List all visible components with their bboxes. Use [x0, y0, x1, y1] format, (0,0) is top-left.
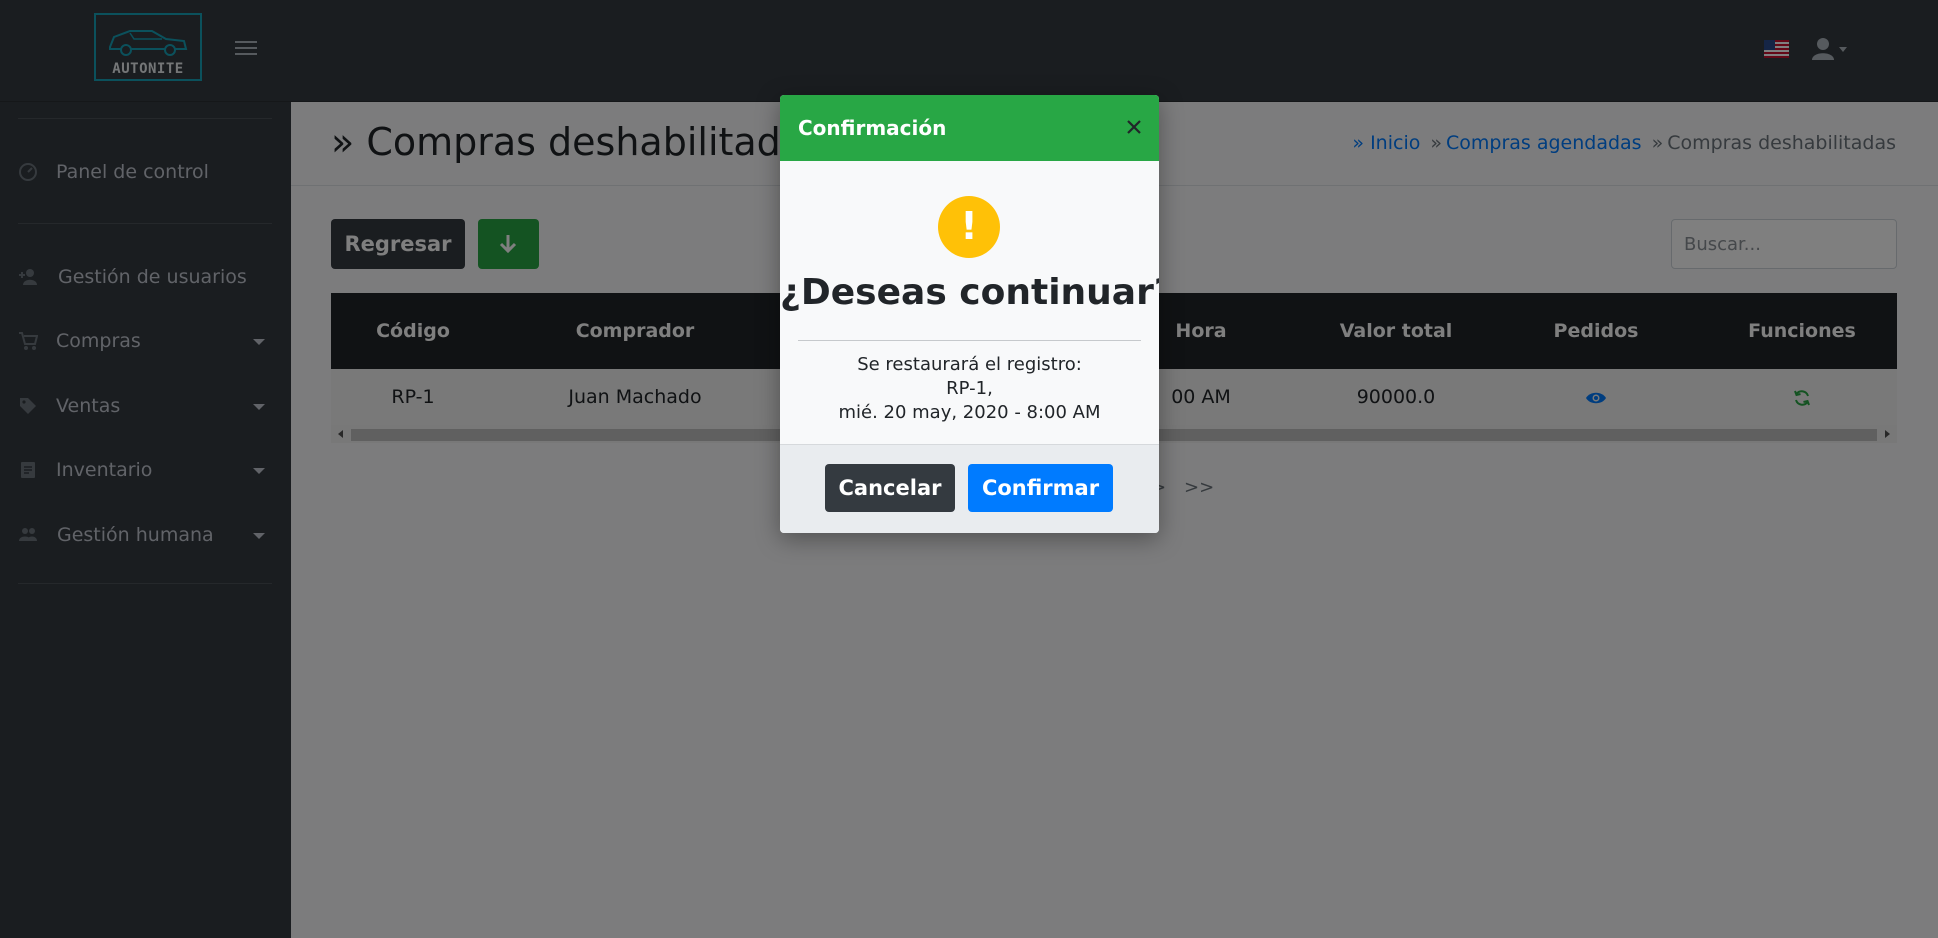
- confirm-button[interactable]: Confirmar: [968, 464, 1113, 512]
- cancel-button[interactable]: Cancelar: [825, 464, 955, 512]
- modal-message: Se restaurará el registro: RP-1, mié. 20…: [780, 353, 1159, 425]
- modal-question: ¿Deseas continuar?: [780, 272, 1159, 313]
- close-icon[interactable]: [1125, 118, 1143, 136]
- modal-message-line: Se restaurará el registro:: [857, 354, 1082, 375]
- warning-icon-glyph: !: [960, 204, 978, 248]
- modal-message-line: mié. 20 may, 2020 - 8:00 AM: [838, 402, 1101, 423]
- modal-header: Confirmación: [780, 95, 1159, 161]
- modal-divider: [798, 340, 1141, 341]
- confirmation-modal: Confirmación ! ¿Deseas continuar? Se res…: [780, 95, 1159, 533]
- modal-footer: Cancelar Confirmar: [780, 444, 1159, 533]
- modal-title: Confirmación: [798, 116, 947, 140]
- modal-message-line: RP-1,: [946, 378, 993, 399]
- app-root: AUTONITE Panel de control: [0, 0, 1938, 938]
- warning-icon: !: [938, 196, 1000, 258]
